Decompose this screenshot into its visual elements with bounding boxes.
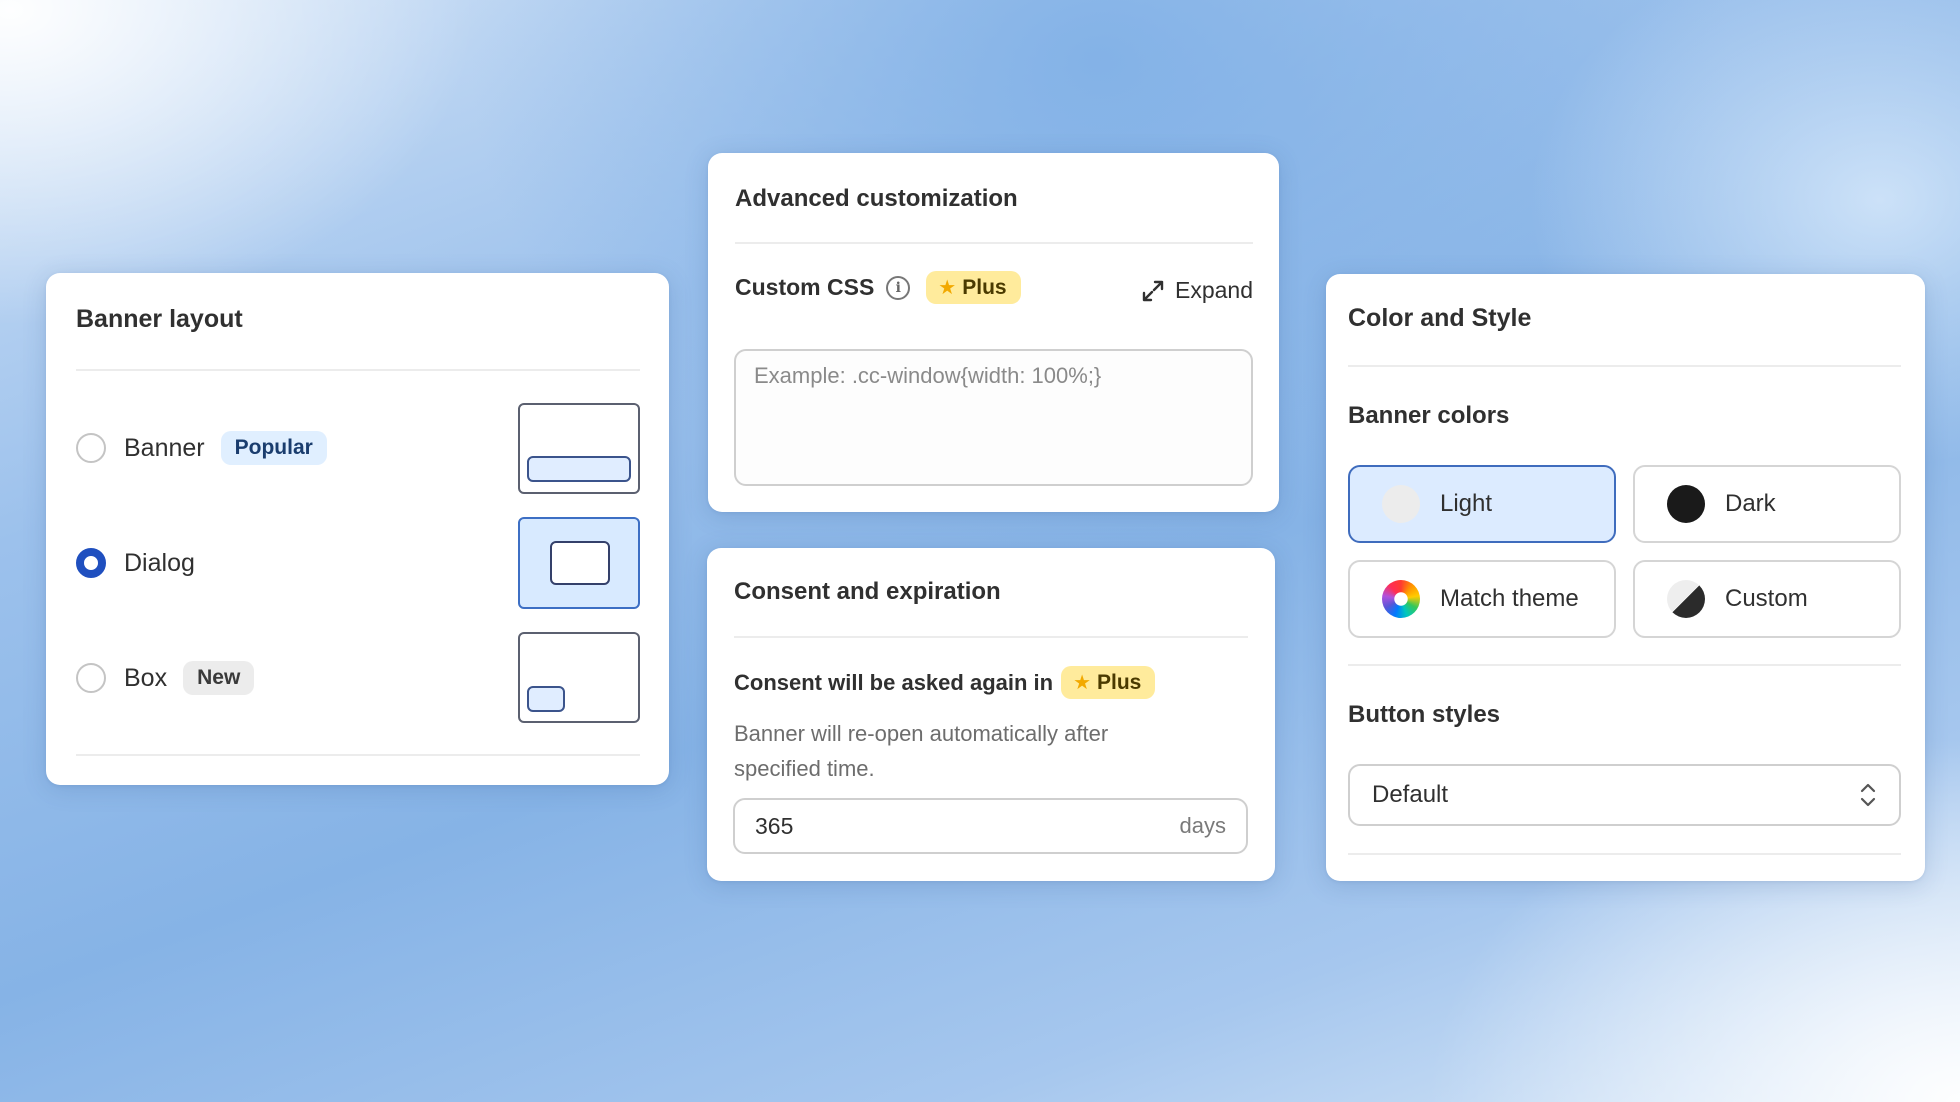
star-icon: ★: [938, 277, 957, 299]
custom-swatch-icon: [1667, 580, 1705, 618]
divider: [1348, 365, 1901, 367]
box-preview-thumbnail[interactable]: [518, 632, 640, 723]
layout-option-banner[interactable]: Banner Popular: [76, 428, 327, 468]
color-option-custom[interactable]: Custom: [1633, 560, 1901, 638]
days-suffix: days: [1179, 813, 1226, 838]
expand-label: Expand: [1174, 277, 1253, 303]
radio-banner[interactable]: [76, 433, 106, 463]
layout-option-dialog[interactable]: Dialog: [76, 543, 195, 583]
divider: [1348, 853, 1901, 855]
custom-css-header: Custom CSS i ★ Plus: [735, 271, 1021, 304]
expand-icon: [1142, 280, 1164, 301]
button-styles-value: Default: [1372, 781, 1449, 808]
button-styles-select[interactable]: Default: [1348, 764, 1901, 826]
color-style-title: Color and Style: [1348, 304, 1532, 332]
banner-layout-title: Banner layout: [76, 305, 243, 333]
divider: [76, 754, 640, 756]
color-option-light[interactable]: Light: [1348, 465, 1616, 543]
color-option-label: Dark: [1725, 490, 1776, 517]
plus-badge-label: Plus: [1097, 670, 1142, 694]
info-icon[interactable]: i: [886, 275, 911, 300]
color-option-dark[interactable]: Dark: [1633, 465, 1901, 543]
divider: [76, 369, 640, 371]
button-styles-label: Button styles: [1348, 701, 1501, 728]
new-badge: New: [183, 661, 255, 695]
custom-css-placeholder: Example: .cc-window{width: 100%;}: [754, 363, 1102, 388]
days-value: 365: [755, 812, 794, 839]
dialog-preview-thumbnail[interactable]: [518, 517, 640, 609]
layout-option-label: Dialog: [124, 548, 195, 577]
color-style-card: Color and Style Banner colors Light Dark…: [1326, 274, 1925, 881]
layout-option-label: Banner: [124, 433, 205, 462]
divider: [735, 242, 1253, 244]
asked-again-label: Consent will be asked again in: [734, 669, 1054, 695]
banner-colors-label: Banner colors: [1348, 402, 1510, 429]
custom-css-textarea[interactable]: Example: .cc-window{width: 100%;}: [734, 349, 1253, 486]
radio-dialog[interactable]: [76, 548, 106, 578]
dark-swatch-icon: [1667, 485, 1705, 523]
consent-expiration-title: Consent and expiration: [734, 578, 1001, 605]
divider: [734, 636, 1248, 638]
color-wheel-icon: [1382, 580, 1420, 618]
plus-badge: ★ Plus: [926, 271, 1021, 304]
color-option-label: Match theme: [1440, 585, 1579, 612]
popular-badge: Popular: [220, 431, 327, 465]
banner-preview-thumbnail[interactable]: [518, 403, 640, 494]
banner-bar-shape: [527, 456, 631, 482]
color-option-match-theme[interactable]: Match theme: [1348, 560, 1616, 638]
color-option-label: Custom: [1725, 585, 1808, 612]
custom-css-label: Custom CSS: [735, 274, 875, 300]
days-input[interactable]: 365 days: [733, 798, 1248, 854]
banner-layout-card: Banner layout Banner Popular Dialog Box …: [46, 273, 669, 785]
plus-badge: ★ Plus: [1061, 666, 1156, 699]
dialog-box-shape: [550, 541, 610, 585]
help-text: Banner will re-open automatically after …: [734, 721, 1109, 781]
advanced-customization-card: Advanced customization Custom CSS i ★ Pl…: [708, 153, 1279, 512]
layout-option-label: Box: [124, 663, 168, 692]
select-chevron-icon: [1860, 783, 1876, 807]
star-icon: ★: [1073, 672, 1092, 694]
light-swatch-icon: [1382, 485, 1420, 523]
expand-button[interactable]: Expand: [1141, 277, 1253, 304]
color-option-label: Light: [1440, 490, 1493, 517]
asked-again-row: Consent will be asked again in ★ Plus: [734, 666, 1156, 699]
layout-option-box[interactable]: Box New: [76, 658, 255, 698]
plus-badge-label: Plus: [962, 275, 1007, 299]
box-corner-shape: [527, 686, 565, 712]
divider: [1348, 664, 1901, 666]
consent-expiration-card: Consent and expiration Consent will be a…: [707, 548, 1275, 881]
radio-box[interactable]: [76, 663, 106, 693]
advanced-customization-title: Advanced customization: [735, 185, 1018, 212]
